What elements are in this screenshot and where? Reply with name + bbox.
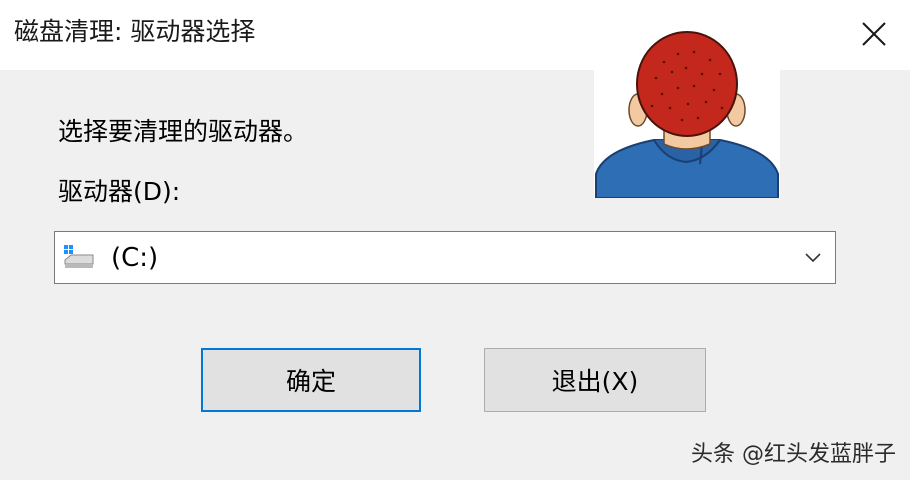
avatar-image (594, 12, 780, 198)
chevron-down-icon (805, 253, 821, 263)
ok-button[interactable]: 确定 (201, 348, 421, 412)
selected-drive: (C:) (111, 243, 159, 273)
drive-dropdown[interactable]: (C:) (54, 231, 836, 284)
close-icon (862, 22, 886, 46)
watermark-text: 头条 @红头发蓝胖子 (691, 442, 896, 467)
windows-drive-icon (64, 245, 94, 268)
close-button[interactable] (852, 12, 896, 56)
exit-button[interactable]: 退出(X) (484, 348, 706, 412)
window-title: 磁盘清理: 驱动器选择 (14, 17, 256, 46)
drive-label: 驱动器(D): (58, 177, 181, 206)
instruction-text: 选择要清理的驱动器。 (58, 117, 309, 146)
